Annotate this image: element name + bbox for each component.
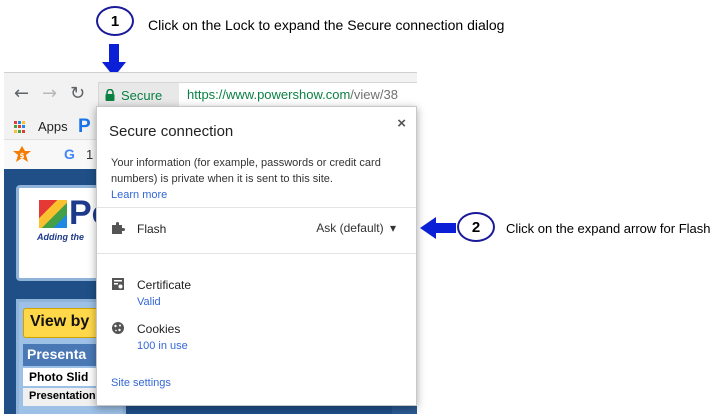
- dialog-title: Secure connection: [109, 123, 234, 140]
- paypal-icon[interactable]: P: [78, 116, 91, 138]
- certificate-valid-link[interactable]: Valid: [137, 296, 161, 308]
- forward-arrow-icon[interactable]: →: [42, 83, 57, 104]
- secure-label: Secure: [121, 87, 163, 103]
- step-2-text: Click on the expand arrow for Flash: [506, 221, 711, 236]
- url-path: /view/38: [350, 87, 398, 102]
- step-1-text: Click on the Lock to expand the Secure c…: [148, 17, 505, 33]
- learn-more-link[interactable]: Learn more: [111, 189, 167, 201]
- reload-icon[interactable]: ↻: [70, 83, 85, 104]
- certificate-label: Certificate: [137, 278, 192, 292]
- step-2-number: 2: [471, 218, 481, 236]
- address-bar[interactable]: Secure https://www.powershow.com/view/38: [98, 82, 417, 108]
- cookie-icon: [112, 322, 124, 334]
- puzzle-icon: [112, 222, 125, 234]
- step-1-badge: 1: [96, 6, 134, 36]
- step-1-number: 1: [110, 12, 120, 30]
- dialog-description: Your information (for example, passwords…: [111, 157, 381, 185]
- step-2-badge: 2: [457, 212, 495, 242]
- apps-icon[interactable]: [14, 121, 26, 133]
- apps-bookmark[interactable]: Apps: [38, 119, 68, 134]
- cookies-in-use-link[interactable]: 100 in use: [137, 340, 188, 352]
- flash-dropdown-value: Ask (default): [316, 221, 384, 235]
- extension-fragment: 1: [86, 147, 94, 162]
- secure-chip[interactable]: Secure: [99, 83, 179, 107]
- close-icon[interactable]: ×: [397, 115, 406, 132]
- url-host: https://www.powershow.com: [187, 87, 351, 102]
- cookies-label: Cookies: [137, 322, 181, 336]
- svg-text:$: $: [20, 152, 25, 160]
- divider: [97, 207, 416, 208]
- url-text[interactable]: https://www.powershow.com/view/38: [187, 87, 398, 102]
- sale-tag-icon[interactable]: $: [12, 146, 32, 164]
- logo-tagline: Adding the: [37, 232, 84, 242]
- google-icon[interactable]: G: [64, 146, 75, 162]
- flash-label: Flash: [137, 222, 167, 236]
- logo-mark-icon: [39, 200, 67, 228]
- divider: [97, 253, 416, 254]
- site-settings-link[interactable]: Site settings: [111, 377, 171, 389]
- chevron-down-icon[interactable]: ▾: [390, 221, 396, 235]
- left-arrow-icon: [420, 217, 456, 239]
- flash-dropdown[interactable]: Ask (default) ▾: [316, 221, 396, 235]
- secure-connection-dialog: Secure connection × Your information (fo…: [96, 106, 417, 406]
- certificate-icon: [112, 278, 124, 290]
- back-arrow-icon[interactable]: ←: [14, 83, 29, 104]
- lock-icon[interactable]: [105, 89, 115, 101]
